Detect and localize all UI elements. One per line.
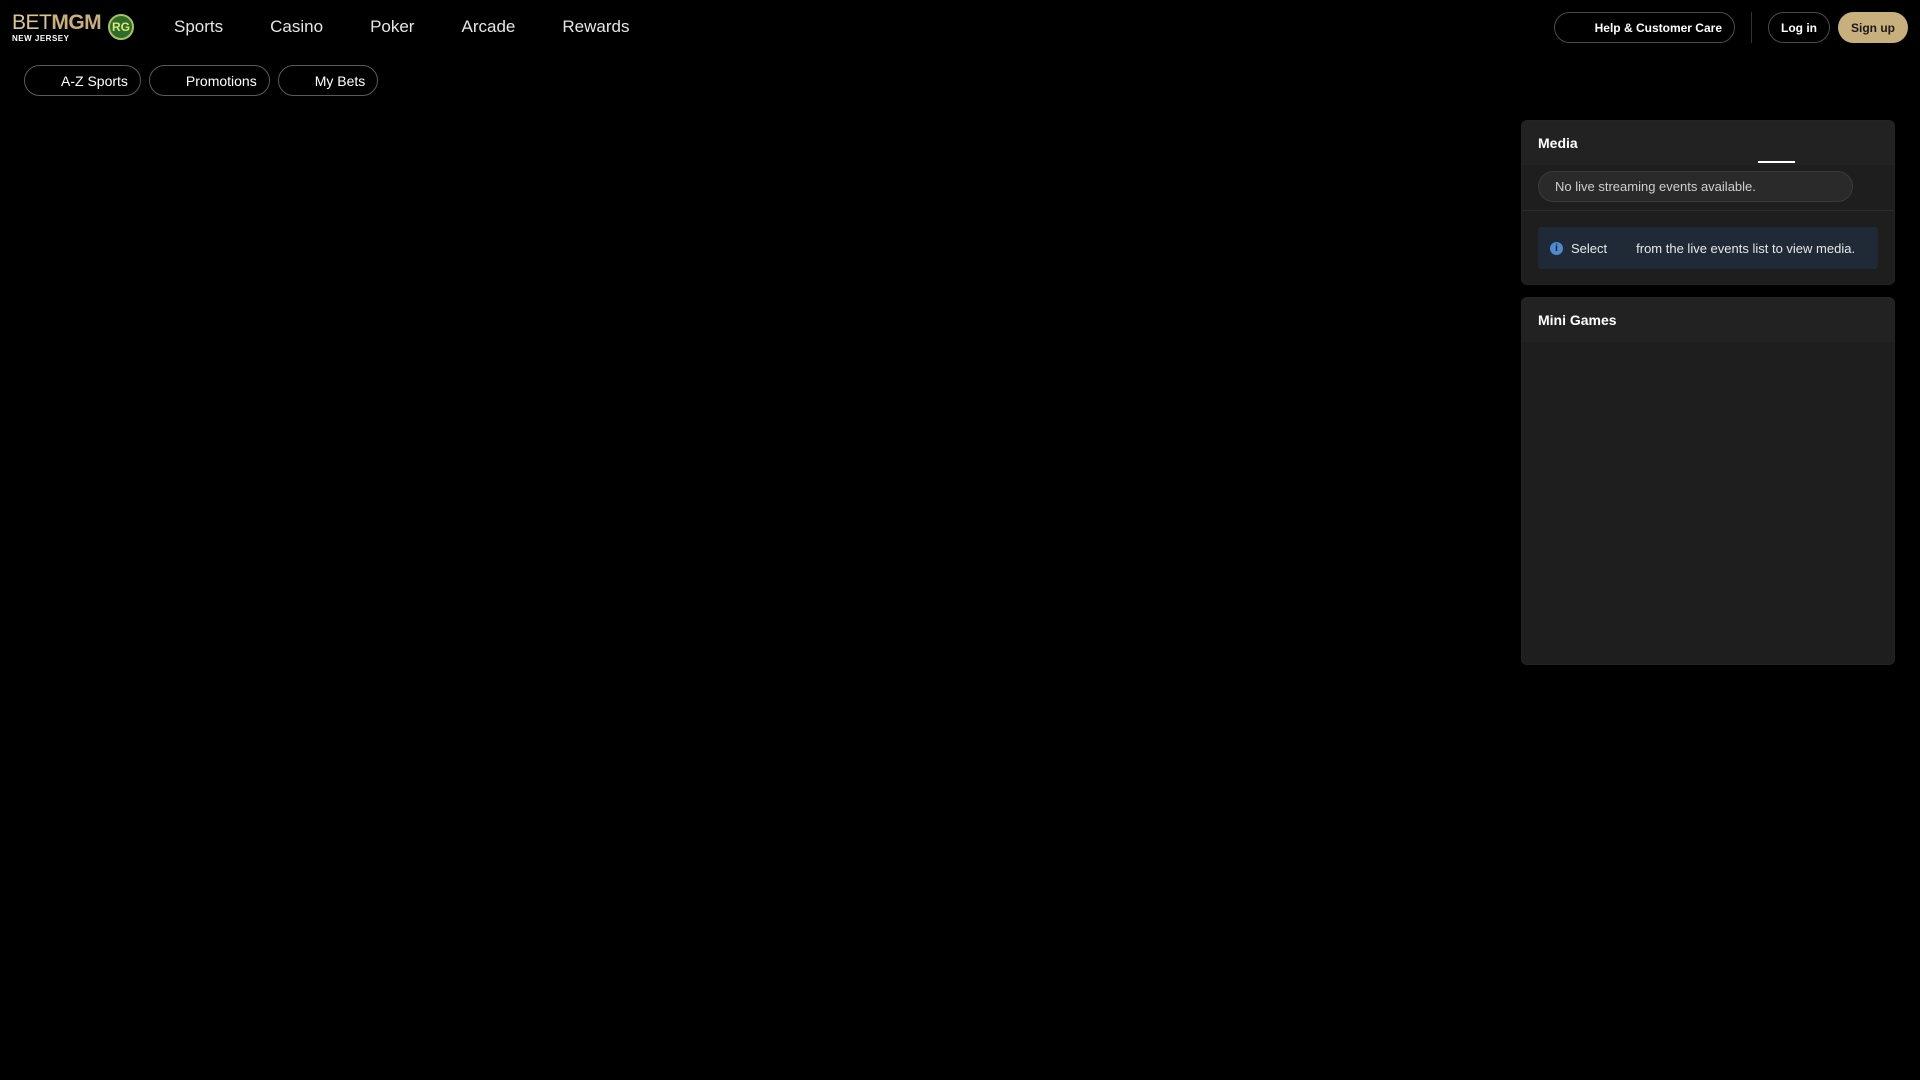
top-header: BETMGM NEW JERSEY RG Sports Casino Poker… <box>0 0 1920 54</box>
info-select-word: Select <box>1571 240 1608 256</box>
info-text: from the live events list to view media. <box>1636 240 1856 256</box>
nav-rewards[interactable]: Rewards <box>562 17 629 37</box>
subnav-az-sports[interactable]: A-Z Sports <box>24 65 141 96</box>
mini-games-header: Mini Games <box>1522 298 1894 342</box>
sports-subnav: A-Z Sports Promotions My Bets <box>24 65 379 96</box>
media-title: Media <box>1538 135 1578 151</box>
logo-mgm: MGM <box>51 11 102 34</box>
header-actions: Help & Customer Care Log in Sign up <box>1553 12 1908 43</box>
help-icon <box>1575 22 1587 34</box>
stream-selector-row: No live streaming events available. <box>1522 165 1894 211</box>
list-icon <box>37 73 53 89</box>
subnav-my-bets-label: My Bets <box>314 72 366 89</box>
nav-arcade[interactable]: Arcade <box>461 17 515 37</box>
responsible-gaming-badge[interactable]: RG <box>108 14 134 40</box>
nav-sports[interactable]: Sports <box>174 17 223 37</box>
media-tab-indicator <box>1758 161 1795 163</box>
logo-region: NEW JERSEY <box>12 34 70 43</box>
logo-bet: BET <box>12 11 52 34</box>
mini-games-title: Mini Games <box>1538 312 1617 328</box>
subnav-az-sports-label: A-Z Sports <box>61 72 128 89</box>
nav-poker[interactable]: Poker <box>370 17 414 37</box>
mini-games-content <box>1522 342 1894 664</box>
subnav-my-bets[interactable]: My Bets <box>277 65 379 96</box>
subnav-promotions[interactable]: Promotions <box>148 65 270 96</box>
main-navigation: Sports Casino Poker Arcade Rewards <box>174 0 676 54</box>
nav-casino[interactable]: Casino <box>270 17 323 37</box>
login-button[interactable]: Log in <box>1768 12 1830 43</box>
logo-wordmark-block: BETMGM NEW JERSEY <box>12 11 102 43</box>
ticket-icon <box>291 73 307 89</box>
media-panel: Media No live streaming events available… <box>1521 120 1895 285</box>
signup-button[interactable]: Sign up <box>1838 12 1908 43</box>
media-info-message: i Select from the live events list to vi… <box>1538 227 1878 269</box>
media-header: Media <box>1522 121 1894 165</box>
mini-games-panel: Mini Games <box>1521 297 1895 665</box>
stream-select-text: No live streaming events available. <box>1555 179 1756 194</box>
subnav-promotions-label: Promotions <box>185 72 257 89</box>
header-divider <box>1751 12 1752 43</box>
logo-wordmark: BETMGM <box>12 11 102 34</box>
help-customer-care-button[interactable]: Help & Customer Care <box>1553 12 1735 43</box>
info-icon: i <box>1550 241 1563 255</box>
stream-select-dropdown[interactable]: No live streaming events available. <box>1538 171 1853 202</box>
betmgm-logo[interactable]: BETMGM NEW JERSEY RG <box>12 12 137 44</box>
help-label: Help & Customer Care <box>1594 20 1722 35</box>
gift-icon <box>162 73 178 89</box>
